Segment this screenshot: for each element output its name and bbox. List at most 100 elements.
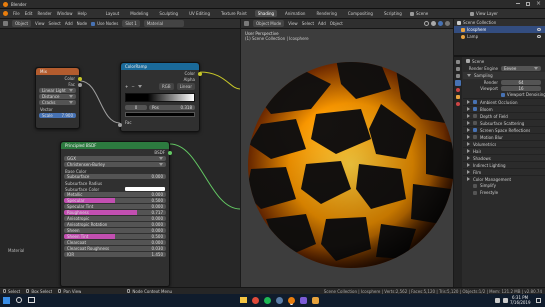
solid-shading-icon[interactable] — [431, 21, 436, 26]
editor-type-icon[interactable] — [3, 21, 8, 26]
bsdf-row-anisotropic[interactable]: Anisotropic 0.000 — [64, 216, 166, 221]
panel-film[interactable]: Film — [463, 168, 545, 175]
3d-viewport[interactable]: User Perspective (1) Scene Collection | … — [241, 29, 453, 287]
panel-color-management[interactable]: Color Management — [463, 175, 545, 182]
clock-date[interactable]: 7/16/2019 — [510, 300, 531, 305]
panel-checkbox[interactable] — [473, 128, 477, 132]
ramp-color-swatch[interactable] — [125, 112, 195, 117]
subsurface-color-swatch[interactable] — [125, 187, 165, 191]
mix-blend-dropdown[interactable]: Linear Light — [39, 88, 76, 93]
panel-checkbox[interactable] — [473, 114, 477, 118]
bsdf-row-specular-tint[interactable]: Specular Tint 0.000 — [64, 204, 166, 209]
tab-layout[interactable]: Layout — [103, 10, 123, 17]
scene-selector[interactable]: Scene — [416, 11, 428, 16]
distribution-dropdown[interactable]: GGX — [64, 156, 166, 161]
bsdf-row-subsurface[interactable]: Subsurface 0.000 — [64, 174, 166, 179]
panel-bloom[interactable]: Bloom — [463, 105, 545, 112]
mix-node-header[interactable]: Mix — [36, 68, 79, 75]
vp-menu-object[interactable]: Object — [330, 21, 343, 26]
render-tab-icon[interactable] — [456, 67, 460, 71]
panel-ambient-occlusion[interactable]: Ambient Occlusion — [463, 98, 545, 105]
explorer-icon[interactable] — [240, 297, 247, 303]
panel-checkbox[interactable] — [473, 135, 477, 139]
viewport-denoising-checkbox[interactable] — [501, 92, 505, 97]
browser-icon[interactable] — [252, 297, 259, 304]
panel-shadows[interactable]: Shadows — [463, 154, 545, 161]
sampling-panel-header[interactable]: Sampling — [463, 72, 545, 79]
eye-icon[interactable] — [537, 28, 541, 31]
ramp-index-field[interactable]: 0 — [125, 105, 147, 110]
app-icon[interactable] — [300, 297, 307, 304]
search-icon[interactable] — [16, 297, 22, 303]
node-menu-view[interactable]: View — [35, 21, 45, 26]
ramp-mode-dropdown[interactable]: RGB — [158, 83, 174, 90]
tab-modeling[interactable]: Modeling — [127, 10, 151, 17]
mix-color-socket[interactable] — [78, 77, 82, 81]
steam-icon[interactable] — [276, 297, 283, 304]
eye-icon[interactable] — [537, 35, 541, 38]
panel-depth-of-field[interactable]: Depth of Field — [463, 112, 545, 119]
bsdf-row-anisotropic-rotation[interactable]: Anisotropic Rotation 0.000 — [64, 222, 166, 227]
add-stop-icon[interactable]: + — [125, 84, 128, 89]
menu-render[interactable]: Render — [37, 11, 51, 16]
panel-checkbox[interactable] — [473, 100, 477, 104]
task-view-icon[interactable] — [28, 297, 35, 303]
vp-menu-select[interactable]: Select — [302, 21, 314, 26]
node-menu-select[interactable]: Select — [49, 21, 61, 26]
volume-icon[interactable] — [503, 298, 508, 303]
tab-rendering[interactable]: Rendering — [313, 10, 339, 17]
mode-selector[interactable]: Object Mode — [253, 20, 285, 27]
vp-menu-view[interactable]: View — [288, 21, 298, 26]
outliner-item-icosphere[interactable]: Icosphere — [454, 26, 545, 33]
colorramp-node-header[interactable]: ColorRamp — [121, 63, 199, 70]
app-icon[interactable] — [312, 297, 319, 304]
ramp-menu-icon[interactable] — [137, 85, 142, 88]
tool-tab-icon[interactable] — [456, 60, 460, 64]
panel-hair[interactable]: Hair — [463, 147, 545, 154]
tab-texture-paint[interactable]: Texture Paint — [218, 10, 250, 17]
tab-scripting[interactable]: Scripting — [381, 10, 405, 17]
mix-scale-field[interactable]: Scale 7.900 — [39, 113, 76, 118]
panel-checkbox[interactable] — [473, 190, 477, 195]
view-layer-selector[interactable]: View Layer — [476, 11, 498, 16]
panel-volumetrics[interactable]: Volumetrics — [463, 140, 545, 147]
start-icon[interactable] — [3, 297, 10, 304]
slot-selector[interactable]: Slot 1 — [122, 20, 140, 27]
tab-sculpting[interactable]: Sculpting — [156, 10, 181, 17]
mix-feature-dropdown[interactable]: Cracks — [39, 100, 76, 105]
remove-stop-icon[interactable]: − — [131, 84, 134, 89]
ramp-interp-dropdown[interactable]: Linear — [176, 83, 195, 90]
editor-type-icon[interactable] — [244, 21, 249, 26]
viewport-samples-field[interactable]: 16 — [501, 85, 541, 91]
panel-screen-space-reflections[interactable]: Screen Space Reflections — [463, 126, 545, 133]
blender-taskbar-icon[interactable] — [288, 297, 295, 304]
colorramp-node[interactable]: ColorRamp Color Alpha + − RGB Linear 0 P… — [118, 62, 202, 132]
object-selector[interactable]: Object — [12, 20, 32, 27]
panel-subsurface-scattering[interactable]: Subsurface Scattering — [463, 119, 545, 126]
close-icon[interactable]: × — [536, 0, 541, 7]
node-editor[interactable]: Mix Color Fac Linear Light Distance Crac… — [0, 29, 240, 287]
tab-compositing[interactable]: Compositing — [345, 10, 376, 17]
panel-indirect-lighting[interactable]: Indirect Lighting — [463, 161, 545, 168]
outliner-item-lamp[interactable]: Lamp — [454, 33, 545, 40]
menu-file[interactable]: File — [13, 11, 20, 16]
minimize-icon[interactable] — [516, 3, 520, 4]
world-tab-icon[interactable] — [456, 88, 460, 92]
mix-metric-dropdown[interactable]: Distance — [39, 94, 76, 99]
use-nodes-checkbox[interactable] — [91, 21, 96, 26]
menu-edit[interactable]: Edit — [25, 11, 33, 16]
notifications-icon[interactable] — [536, 298, 541, 303]
render-shading-icon[interactable] — [445, 21, 450, 26]
bsdf-row-sheen-tint[interactable]: Sheen Tint 0.500 — [64, 234, 166, 239]
colorramp-fac-socket[interactable] — [118, 123, 122, 127]
render-engine-dropdown[interactable]: Eevee — [501, 66, 541, 71]
panel-checkbox[interactable] — [473, 121, 477, 125]
bsdf-row-specular[interactable]: Specular 0.500 — [64, 198, 166, 203]
bsdf-row-sheen[interactable]: Sheen 0.000 — [64, 228, 166, 233]
material-selector[interactable]: Material — [143, 20, 184, 27]
bsdf-row-ior[interactable]: IOR 1.450 — [64, 252, 166, 257]
bsdf-row-metallic[interactable]: Metallic 0.000 — [64, 192, 166, 197]
principled-bsdf-socket[interactable] — [168, 151, 172, 155]
colorramp-color-socket[interactable] — [198, 72, 202, 76]
wireframe-shading-icon[interactable] — [424, 21, 429, 26]
